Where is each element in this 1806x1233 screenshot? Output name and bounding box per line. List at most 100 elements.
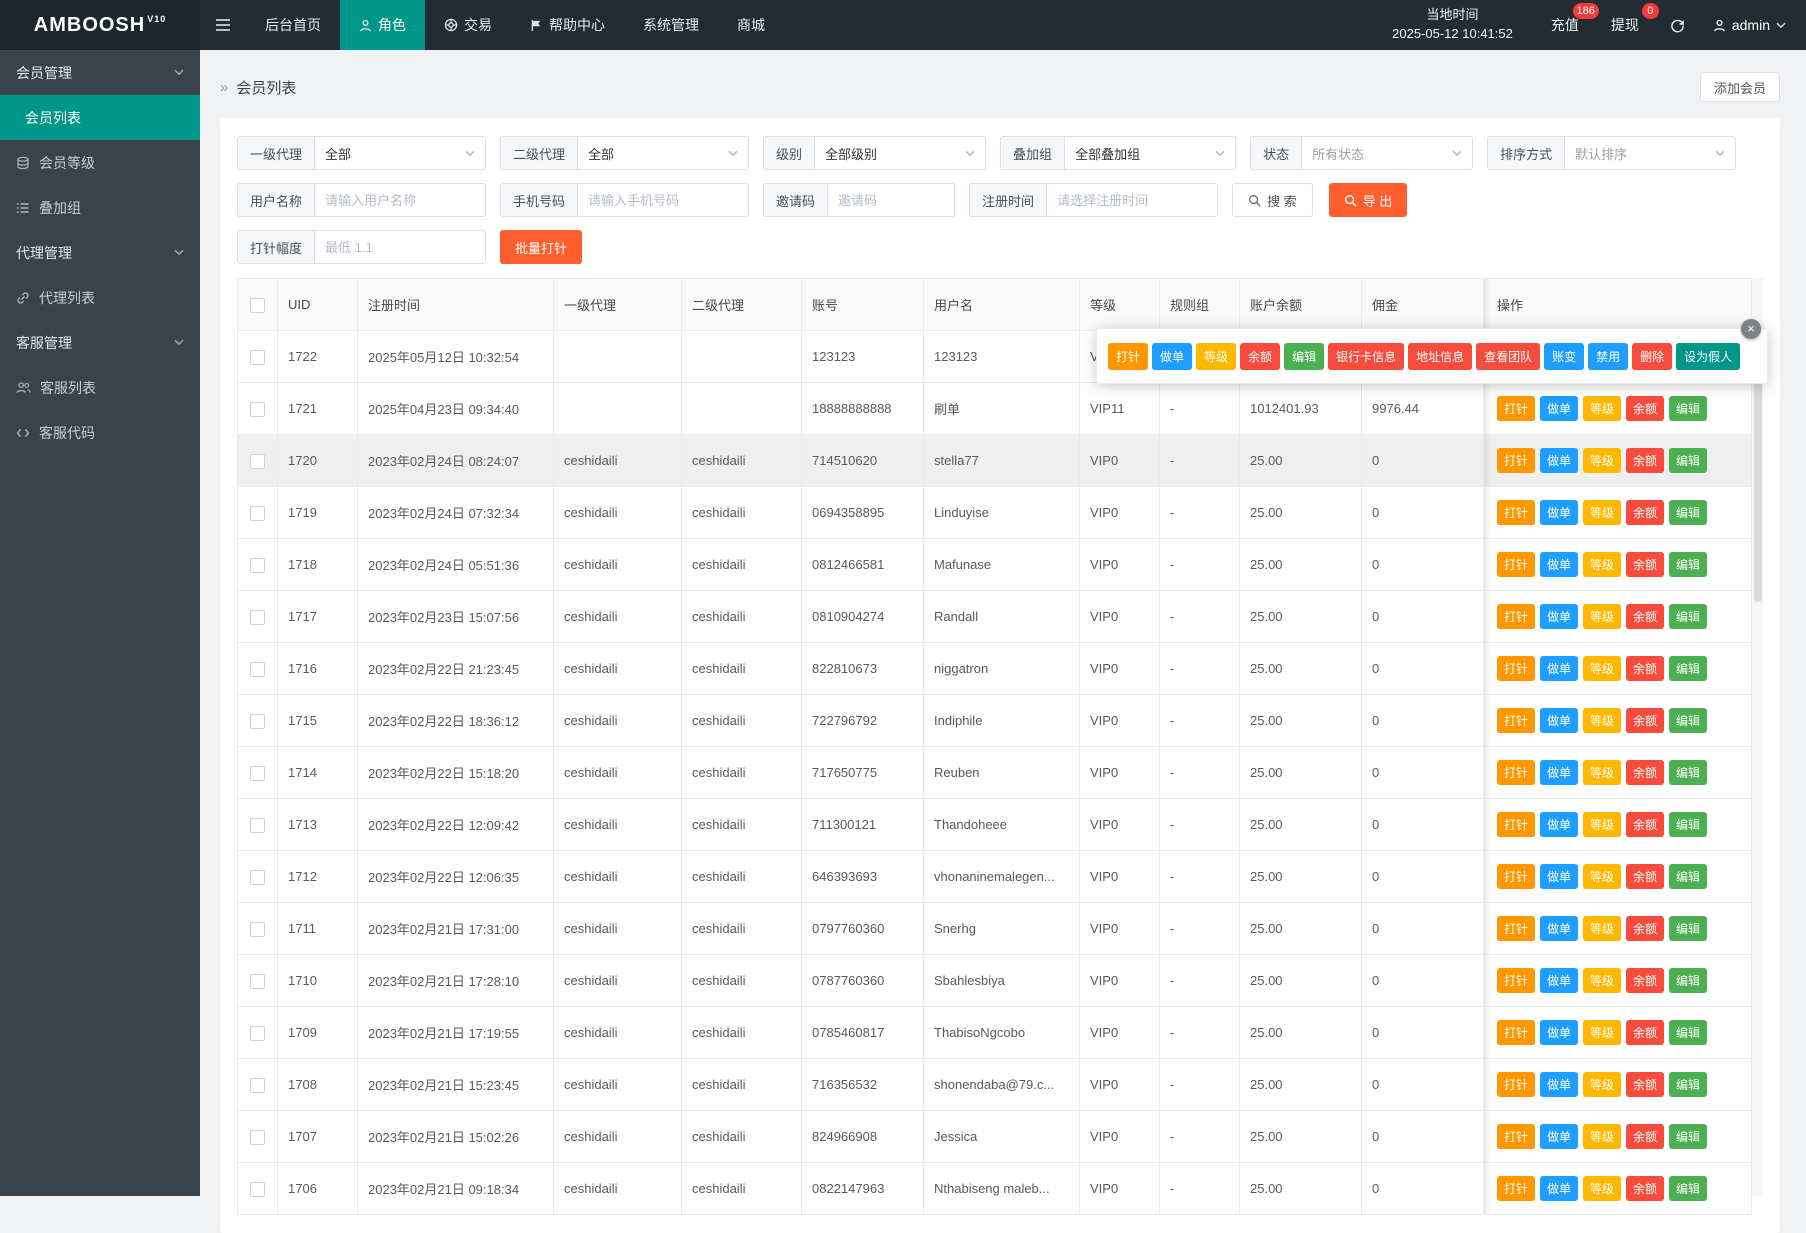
select-all-checkbox[interactable] xyxy=(250,297,265,313)
row-action-level-button[interactable]: 等级 xyxy=(1583,1020,1621,1045)
row-action-needle-button[interactable]: 打针 xyxy=(1497,1124,1535,1149)
row-action-level-button[interactable]: 等级 xyxy=(1583,864,1621,889)
row-action-order-button[interactable]: 做单 xyxy=(1540,552,1578,577)
row-action-order-button[interactable]: 做单 xyxy=(1540,1124,1578,1149)
popup-order-button[interactable]: 做单 xyxy=(1152,342,1193,370)
sidebar-item-agent-management[interactable]: 代理管理 xyxy=(0,230,200,275)
row-action-edit-button[interactable]: 编辑 xyxy=(1669,708,1707,733)
row-action-order-button[interactable]: 做单 xyxy=(1540,604,1578,629)
row-action-needle-button[interactable]: 打针 xyxy=(1497,500,1535,525)
popup-view-team-button[interactable]: 查看团队 xyxy=(1476,342,1541,370)
nav-item-system[interactable]: 系统管理 xyxy=(624,0,718,50)
row-action-needle-button[interactable]: 打针 xyxy=(1497,552,1535,577)
popup-address-info-button[interactable]: 地址信息 xyxy=(1408,342,1473,370)
row-checkbox[interactable] xyxy=(250,505,265,521)
filter-overlay-group-select[interactable]: 全部叠加组 xyxy=(1064,136,1237,170)
row-action-level-button[interactable]: 等级 xyxy=(1583,1176,1621,1201)
row-checkbox[interactable] xyxy=(250,1025,265,1041)
row-action-edit-button[interactable]: 编辑 xyxy=(1669,396,1707,421)
row-action-order-button[interactable]: 做单 xyxy=(1540,500,1578,525)
sidebar-item-member-management[interactable]: 会员管理 xyxy=(0,50,200,95)
filter-needle-range-input[interactable] xyxy=(314,230,487,264)
popup-account-change-button[interactable]: 账变 xyxy=(1544,342,1585,370)
row-action-edit-button[interactable]: 编辑 xyxy=(1669,916,1707,941)
table-scrollbar[interactable] xyxy=(1751,278,1763,1196)
row-action-edit-button[interactable]: 编辑 xyxy=(1669,1072,1707,1097)
row-checkbox[interactable] xyxy=(250,609,265,625)
row-action-needle-button[interactable]: 打针 xyxy=(1497,1020,1535,1045)
search-button[interactable]: 搜 索 xyxy=(1232,183,1313,217)
sidebar-item-service-list[interactable]: 客服列表 xyxy=(0,365,200,410)
withdraw-nav-item[interactable]: 提现 0 xyxy=(1595,0,1659,50)
row-action-edit-button[interactable]: 编辑 xyxy=(1669,656,1707,681)
row-action-level-button[interactable]: 等级 xyxy=(1583,708,1621,733)
row-action-order-button[interactable]: 做单 xyxy=(1540,864,1578,889)
row-action-level-button[interactable]: 等级 xyxy=(1583,656,1621,681)
row-action-balance-button[interactable]: 余额 xyxy=(1626,1176,1664,1201)
row-action-balance-button[interactable]: 余额 xyxy=(1626,552,1664,577)
sidebar-item-agent-list[interactable]: 代理列表 xyxy=(0,275,200,320)
row-checkbox[interactable] xyxy=(250,349,265,365)
row-checkbox[interactable] xyxy=(250,713,265,729)
row-action-needle-button[interactable]: 打针 xyxy=(1497,448,1535,473)
row-action-edit-button[interactable]: 编辑 xyxy=(1669,500,1707,525)
row-action-order-button[interactable]: 做单 xyxy=(1540,812,1578,837)
row-action-order-button[interactable]: 做单 xyxy=(1540,968,1578,993)
batch-needle-button[interactable]: 批量打针 xyxy=(500,230,583,264)
row-action-level-button[interactable]: 等级 xyxy=(1583,396,1621,421)
row-action-needle-button[interactable]: 打针 xyxy=(1497,396,1535,421)
row-action-balance-button[interactable]: 余额 xyxy=(1626,916,1664,941)
row-action-needle-button[interactable]: 打针 xyxy=(1497,812,1535,837)
add-member-button[interactable]: 添加会员 xyxy=(1699,72,1780,102)
row-checkbox[interactable] xyxy=(250,869,265,885)
row-action-edit-button[interactable]: 编辑 xyxy=(1669,448,1707,473)
popup-level-button[interactable]: 等级 xyxy=(1196,342,1237,370)
row-action-needle-button[interactable]: 打针 xyxy=(1497,916,1535,941)
row-action-level-button[interactable]: 等级 xyxy=(1583,968,1621,993)
filter-username-input[interactable] xyxy=(314,183,487,217)
row-checkbox[interactable] xyxy=(250,921,265,937)
row-action-level-button[interactable]: 等级 xyxy=(1583,760,1621,785)
row-checkbox[interactable] xyxy=(250,557,265,573)
row-checkbox[interactable] xyxy=(250,973,265,989)
row-action-order-button[interactable]: 做单 xyxy=(1540,1020,1578,1045)
row-action-needle-button[interactable]: 打针 xyxy=(1497,864,1535,889)
row-action-level-button[interactable]: 等级 xyxy=(1583,500,1621,525)
row-action-needle-button[interactable]: 打针 xyxy=(1497,656,1535,681)
row-action-edit-button[interactable]: 编辑 xyxy=(1669,604,1707,629)
recharge-nav-item[interactable]: 充值 186 xyxy=(1535,0,1599,50)
row-checkbox[interactable] xyxy=(250,1129,265,1145)
nav-item-mall[interactable]: 商城 xyxy=(718,0,784,50)
row-action-balance-button[interactable]: 余额 xyxy=(1626,500,1664,525)
sidebar-item-member-level[interactable]: 会员等级 xyxy=(0,140,200,185)
row-action-balance-button[interactable]: 余额 xyxy=(1626,760,1664,785)
export-button[interactable]: 导 出 xyxy=(1328,183,1408,217)
row-action-balance-button[interactable]: 余额 xyxy=(1626,864,1664,889)
row-action-edit-button[interactable]: 编辑 xyxy=(1669,1176,1707,1201)
row-action-balance-button[interactable]: 余额 xyxy=(1626,656,1664,681)
row-action-level-button[interactable]: 等级 xyxy=(1583,448,1621,473)
row-action-balance-button[interactable]: 余额 xyxy=(1626,708,1664,733)
row-action-needle-button[interactable]: 打针 xyxy=(1497,1176,1535,1201)
filter-invite-code-input[interactable] xyxy=(827,183,956,217)
popup-bank-card-info-button[interactable]: 银行卡信息 xyxy=(1328,342,1405,370)
popup-disable-button[interactable]: 禁用 xyxy=(1588,342,1629,370)
refresh-button[interactable] xyxy=(1655,0,1701,50)
row-action-order-button[interactable]: 做单 xyxy=(1540,656,1578,681)
popup-needle-button[interactable]: 打针 xyxy=(1108,342,1149,370)
row-action-edit-button[interactable]: 编辑 xyxy=(1669,1124,1707,1149)
filter-register-time-input[interactable] xyxy=(1046,183,1219,217)
nav-item-roles[interactable]: 角色 xyxy=(340,0,425,50)
filter-level-select[interactable]: 全部级别 xyxy=(814,136,987,170)
sidebar-item-service-management[interactable]: 客服管理 xyxy=(0,320,200,365)
row-action-balance-button[interactable]: 余额 xyxy=(1626,448,1664,473)
sidebar-item-member-list[interactable]: 会员列表 xyxy=(0,95,200,140)
row-action-balance-button[interactable]: 余额 xyxy=(1626,812,1664,837)
nav-item-dashboard[interactable]: 后台首页 xyxy=(246,0,340,50)
filter-status-select[interactable]: 所有状态 xyxy=(1301,136,1474,170)
row-action-order-button[interactable]: 做单 xyxy=(1540,708,1578,733)
row-action-level-button[interactable]: 等级 xyxy=(1583,916,1621,941)
row-checkbox[interactable] xyxy=(250,1181,265,1197)
row-action-balance-button[interactable]: 余额 xyxy=(1626,1020,1664,1045)
close-icon[interactable]: × xyxy=(1741,319,1761,339)
